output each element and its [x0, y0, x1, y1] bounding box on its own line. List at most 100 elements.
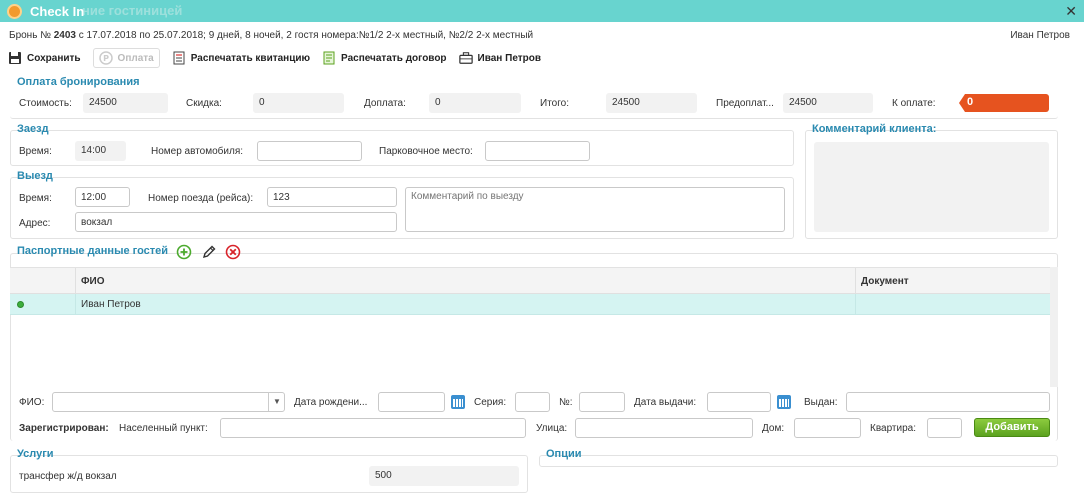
- add-guest-button[interactable]: Добавить: [974, 418, 1050, 437]
- close-icon[interactable]: ✕: [1065, 3, 1077, 20]
- flat-input[interactable]: [927, 418, 962, 438]
- passport-title: Паспортные данные гостей: [17, 245, 169, 257]
- column-divider: [75, 294, 76, 315]
- payment-title: Оплата бронирования: [17, 76, 140, 88]
- coin-icon: P: [98, 51, 113, 65]
- print-contract-button[interactable]: Распечатать договор: [322, 48, 447, 68]
- address-input[interactable]: [75, 212, 397, 232]
- calendar-icon[interactable]: [451, 395, 465, 409]
- print-receipt-button[interactable]: Распечатать квитанцию: [172, 48, 310, 68]
- svg-text:P: P: [103, 54, 109, 63]
- train-number-input[interactable]: [267, 187, 397, 207]
- address-label: Адрес:: [19, 218, 51, 229]
- arrival-time-value: 14:00: [75, 141, 126, 161]
- service-name: трансфер ж/д вокзал: [19, 471, 117, 482]
- birth-date-label: Дата рождени...: [294, 397, 368, 408]
- departure-comment-input[interactable]: [405, 187, 785, 232]
- document-number-label: №:: [559, 397, 573, 408]
- window-titlebar: ние гостиницей Check In ✕: [0, 0, 1084, 22]
- briefcase-icon: [458, 52, 473, 64]
- city-input[interactable]: [220, 418, 526, 438]
- prepaid-label: Предоплат...: [716, 98, 774, 109]
- house-label: Дом:: [762, 423, 785, 434]
- discount-label: Скидка:: [186, 98, 222, 109]
- car-number-input[interactable]: [257, 141, 362, 161]
- options-title: Опции: [546, 448, 582, 460]
- column-header-document[interactable]: Документ: [861, 276, 909, 287]
- background-window-title: ние гостиницей: [82, 3, 183, 18]
- document-number-input[interactable]: [579, 392, 625, 412]
- payment-label: Оплата: [117, 52, 154, 64]
- client-comment-area[interactable]: [814, 142, 1049, 232]
- issued-by-label: Выдан:: [804, 397, 838, 408]
- client-comment-title: Комментарий клиента:: [812, 123, 937, 135]
- booking-details: с 17.07.2018 по 25.07.2018; 9 дней, 8 но…: [78, 30, 534, 41]
- calendar-icon[interactable]: [777, 395, 791, 409]
- table-header: ФИО Документ: [10, 268, 1050, 294]
- services-title: Услуги: [17, 448, 54, 460]
- print-receipt-label: Распечатать квитанцию: [190, 52, 311, 64]
- receipt-icon: [173, 51, 185, 65]
- to-pay-label: К оплате:: [892, 98, 936, 109]
- street-input[interactable]: [575, 418, 753, 438]
- fio-select[interactable]: [52, 392, 285, 412]
- issue-date-label: Дата выдачи:: [634, 397, 697, 408]
- fio-label: ФИО:: [19, 397, 45, 408]
- to-pay-value: 0: [959, 94, 1049, 112]
- print-contract-label: Распечатать договор: [341, 52, 447, 64]
- floppy-disk-icon: [9, 52, 21, 64]
- total-label: Итого:: [540, 98, 569, 109]
- toolbar: Сохранить P Оплата Распечатать квитанцию…: [8, 48, 553, 68]
- cost-label: Стоимость:: [19, 98, 72, 109]
- payment-button[interactable]: P Оплата: [92, 48, 160, 68]
- arrival-time-label: Время:: [19, 146, 52, 157]
- discount-value: 0: [253, 93, 344, 113]
- booking-number: 2403: [53, 30, 76, 41]
- chevron-down-icon[interactable]: ▼: [268, 392, 285, 411]
- series-label: Серия:: [474, 397, 507, 408]
- series-input[interactable]: [515, 392, 550, 412]
- guests-table: ФИО Документ Иван Петров: [10, 267, 1050, 387]
- arrival-title: Заезд: [17, 123, 49, 135]
- options-panel: [539, 455, 1058, 467]
- parking-input[interactable]: [485, 141, 590, 161]
- save-label: Сохранить: [27, 52, 81, 64]
- departure-title: Выезд: [17, 170, 53, 182]
- current-user: Иван Петров: [1010, 30, 1070, 41]
- row-status-icon: [17, 301, 24, 308]
- train-number-label: Номер поезда (рейса):: [148, 193, 254, 204]
- birth-date-input[interactable]: [378, 392, 445, 412]
- issue-date-input[interactable]: [707, 392, 771, 412]
- window-title: Check In: [30, 4, 85, 19]
- prepaid-value: 24500: [783, 93, 873, 113]
- parking-label: Парковочное место:: [379, 146, 473, 157]
- house-input[interactable]: [794, 418, 861, 438]
- departure-time-label: Время:: [19, 193, 52, 204]
- save-button[interactable]: Сохранить: [8, 48, 81, 68]
- booking-number-label: Бронь №: [9, 30, 51, 41]
- registered-label: Зарегистрирован:: [19, 423, 109, 434]
- flat-label: Квартира:: [870, 423, 916, 434]
- service-price: 500: [369, 466, 519, 486]
- guest-button[interactable]: Иван Петров: [458, 48, 542, 68]
- extra-value: 0: [429, 93, 521, 113]
- departure-time-input[interactable]: [75, 187, 130, 207]
- cost-value: 24500: [83, 93, 168, 113]
- delete-guest-icon[interactable]: [225, 244, 241, 260]
- car-number-label: Номер автомобиля:: [151, 146, 244, 157]
- column-divider: [855, 294, 856, 315]
- table-row[interactable]: Иван Петров: [10, 294, 1050, 315]
- total-value: 24500: [606, 93, 697, 113]
- edit-guest-icon[interactable]: [201, 244, 217, 260]
- extra-label: Доплата:: [364, 98, 406, 109]
- app-logo-icon: [7, 4, 22, 19]
- city-label: Населенный пункт:: [119, 423, 208, 434]
- column-header-fio[interactable]: ФИО: [81, 276, 105, 287]
- issued-by-input[interactable]: [846, 392, 1050, 412]
- guest-label: Иван Петров: [477, 52, 542, 64]
- guest-name-cell: Иван Петров: [81, 299, 141, 310]
- add-guest-icon[interactable]: [176, 244, 192, 260]
- contract-icon: [323, 51, 335, 65]
- table-scrollbar[interactable]: [1050, 267, 1058, 387]
- booking-summary: Бронь № 2403 с 17.07.2018 по 25.07.2018;…: [9, 30, 533, 41]
